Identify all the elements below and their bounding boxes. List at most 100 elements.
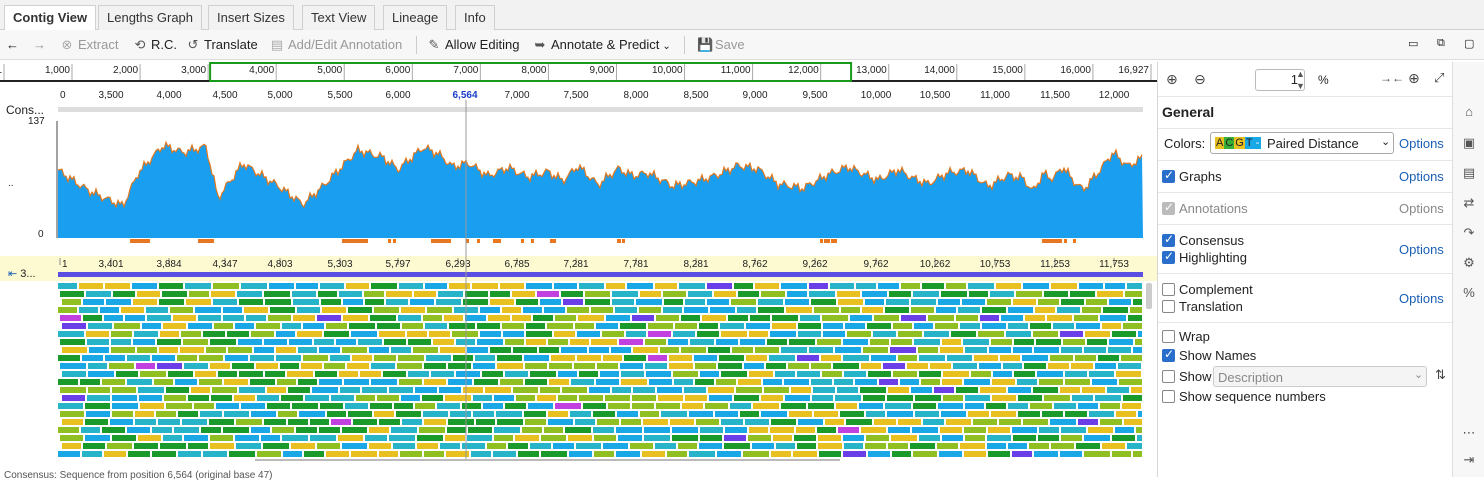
read-block: [471, 451, 491, 457]
forward-icon[interactable]: →: [33, 37, 46, 52]
read-block: [100, 307, 119, 313]
read-block: [277, 379, 296, 385]
read-block: [236, 443, 261, 449]
read-block: [943, 371, 969, 377]
zoom-out-icon[interactable]: ⊖: [1194, 71, 1206, 88]
read-block: [310, 435, 336, 441]
display-icon[interactable]: ▣: [1461, 135, 1477, 151]
translation-checkbox[interactable]: [1162, 300, 1175, 313]
overview-tick-label: 12,000: [788, 65, 819, 76]
read-block: [347, 363, 369, 369]
consensus-checkbox[interactable]: [1162, 232, 1175, 247]
read-block: [547, 323, 573, 329]
read-block: [397, 363, 422, 369]
read-block: [943, 395, 963, 401]
back-icon[interactable]: ←: [6, 37, 19, 52]
read-block: [633, 347, 658, 353]
tab-lineage[interactable]: Lineage: [383, 5, 448, 30]
read-block: [424, 363, 446, 369]
read-block: [431, 371, 454, 377]
maximize-icon[interactable]: ▢: [1464, 37, 1474, 50]
read-block: [811, 363, 831, 369]
consensus-options-link[interactable]: Options: [1399, 242, 1444, 257]
read-block: [453, 355, 473, 361]
read-block: [603, 355, 622, 361]
read-block: [563, 299, 583, 305]
read-block: [1078, 403, 1098, 409]
tab-info[interactable]: Info: [455, 5, 495, 30]
allow-editing-button[interactable]: ✎ Allow Editing: [427, 37, 520, 53]
annotations-checkbox[interactable]: [1162, 200, 1175, 215]
read-block: [833, 363, 859, 369]
fit-all-icon[interactable]: ⤢: [1434, 70, 1444, 86]
percent-icon[interactable]: %: [1461, 285, 1477, 300]
tab-insert-sizes[interactable]: Insert Sizes: [208, 5, 294, 30]
chart-icon[interactable]: ▤: [1461, 165, 1477, 181]
read-block: [656, 403, 680, 409]
zoom-in-icon[interactable]: ⊕: [1166, 71, 1178, 88]
graphs-options-link[interactable]: Options: [1399, 169, 1444, 184]
read-block: [128, 451, 150, 457]
tab-contig-view[interactable]: Contig View: [4, 5, 97, 31]
read-block: [191, 387, 210, 393]
extract-button[interactable]: ⊗ Extract: [60, 37, 119, 53]
read-block: [700, 427, 723, 433]
annotations-options-link[interactable]: Options: [1399, 201, 1444, 216]
colors-select[interactable]: ACGT- Paired Distance ⌄: [1210, 132, 1394, 154]
read-block: [82, 451, 102, 457]
read-block: [965, 403, 984, 409]
collapse-panel-icon[interactable]: ⇥: [1461, 452, 1477, 468]
fit-width-icon[interactable]: →←: [1380, 71, 1404, 85]
home-icon[interactable]: ⌂: [1461, 104, 1477, 119]
annotate-predict-button[interactable]: ➥ Annotate & Predict ⌄: [533, 37, 671, 53]
read-block: [843, 355, 869, 361]
read-block: [296, 283, 318, 289]
wrap-checkbox[interactable]: [1162, 330, 1175, 343]
export-icon[interactable]: ↷: [1461, 225, 1477, 241]
complement-checkbox[interactable]: [1162, 283, 1175, 296]
read-row-label[interactable]: ⇤ 3...: [8, 267, 36, 280]
translation-options-link[interactable]: Options: [1399, 291, 1444, 306]
tab-lengths-graph[interactable]: Lengths Graph: [98, 5, 203, 30]
read-block: [326, 323, 347, 329]
read-block: [518, 451, 539, 457]
settings-panel: ⊕ ⊖ 1 ▲ ▼ % →← ⊕ ⤢ General Colors: ACGT- …: [1157, 62, 1453, 477]
consensus-label: Consensus: [1179, 233, 1245, 248]
show-checkbox[interactable]: [1162, 370, 1175, 383]
sort-icon[interactable]: ⇅: [1435, 367, 1446, 383]
zoom-stepper-icon[interactable]: ▲ ▼: [1296, 68, 1305, 92]
read-block: [371, 379, 397, 385]
overview-ruler[interactable]: 11,0002,0003,0004,0005,0006,0007,0008,00…: [0, 62, 1157, 84]
show-names-checkbox[interactable]: [1162, 347, 1175, 362]
tab-text-view[interactable]: Text View: [302, 5, 376, 30]
show-sequence-numbers-checkbox[interactable]: [1162, 390, 1175, 403]
add-annotation-button[interactable]: ▤ Add/Edit Annotation: [270, 37, 402, 53]
code-icon[interactable]: ⇄: [1461, 195, 1477, 211]
rc-button[interactable]: ⟲ R.C.: [133, 37, 177, 53]
graphs-checkbox[interactable]: [1162, 168, 1175, 183]
vertical-scrollbar[interactable]: [1146, 283, 1152, 309]
horizontal-scrollbar[interactable]: [255, 459, 840, 461]
colors-options-link[interactable]: Options: [1399, 136, 1444, 151]
read-block: [576, 443, 601, 449]
read-block: [968, 411, 989, 417]
popout-icon[interactable]: ⧉: [1437, 37, 1445, 50]
read-block: [648, 331, 671, 337]
translate-button[interactable]: ↺ Translate: [186, 37, 258, 53]
overview-tick-label: 9,000: [589, 65, 614, 76]
more-icon[interactable]: ⋯: [1461, 425, 1477, 441]
highlighting-checkbox[interactable]: [1162, 249, 1175, 264]
save-button[interactable]: 💾 Save: [697, 37, 745, 53]
reads-area[interactable]: [0, 281, 1157, 461]
show-select[interactable]: Description ⌄: [1213, 366, 1427, 387]
zoom-selection-icon[interactable]: ⊕: [1408, 70, 1420, 87]
read-block: [343, 299, 363, 305]
read-block: [682, 403, 703, 409]
read-block: [678, 443, 697, 449]
gear-icon[interactable]: ⚙: [1461, 255, 1477, 271]
collapse-icon[interactable]: ▭: [1408, 37, 1418, 50]
read-block: [166, 387, 189, 393]
read-block: [246, 315, 266, 321]
read-block: [766, 363, 786, 369]
read-block: [862, 307, 883, 313]
